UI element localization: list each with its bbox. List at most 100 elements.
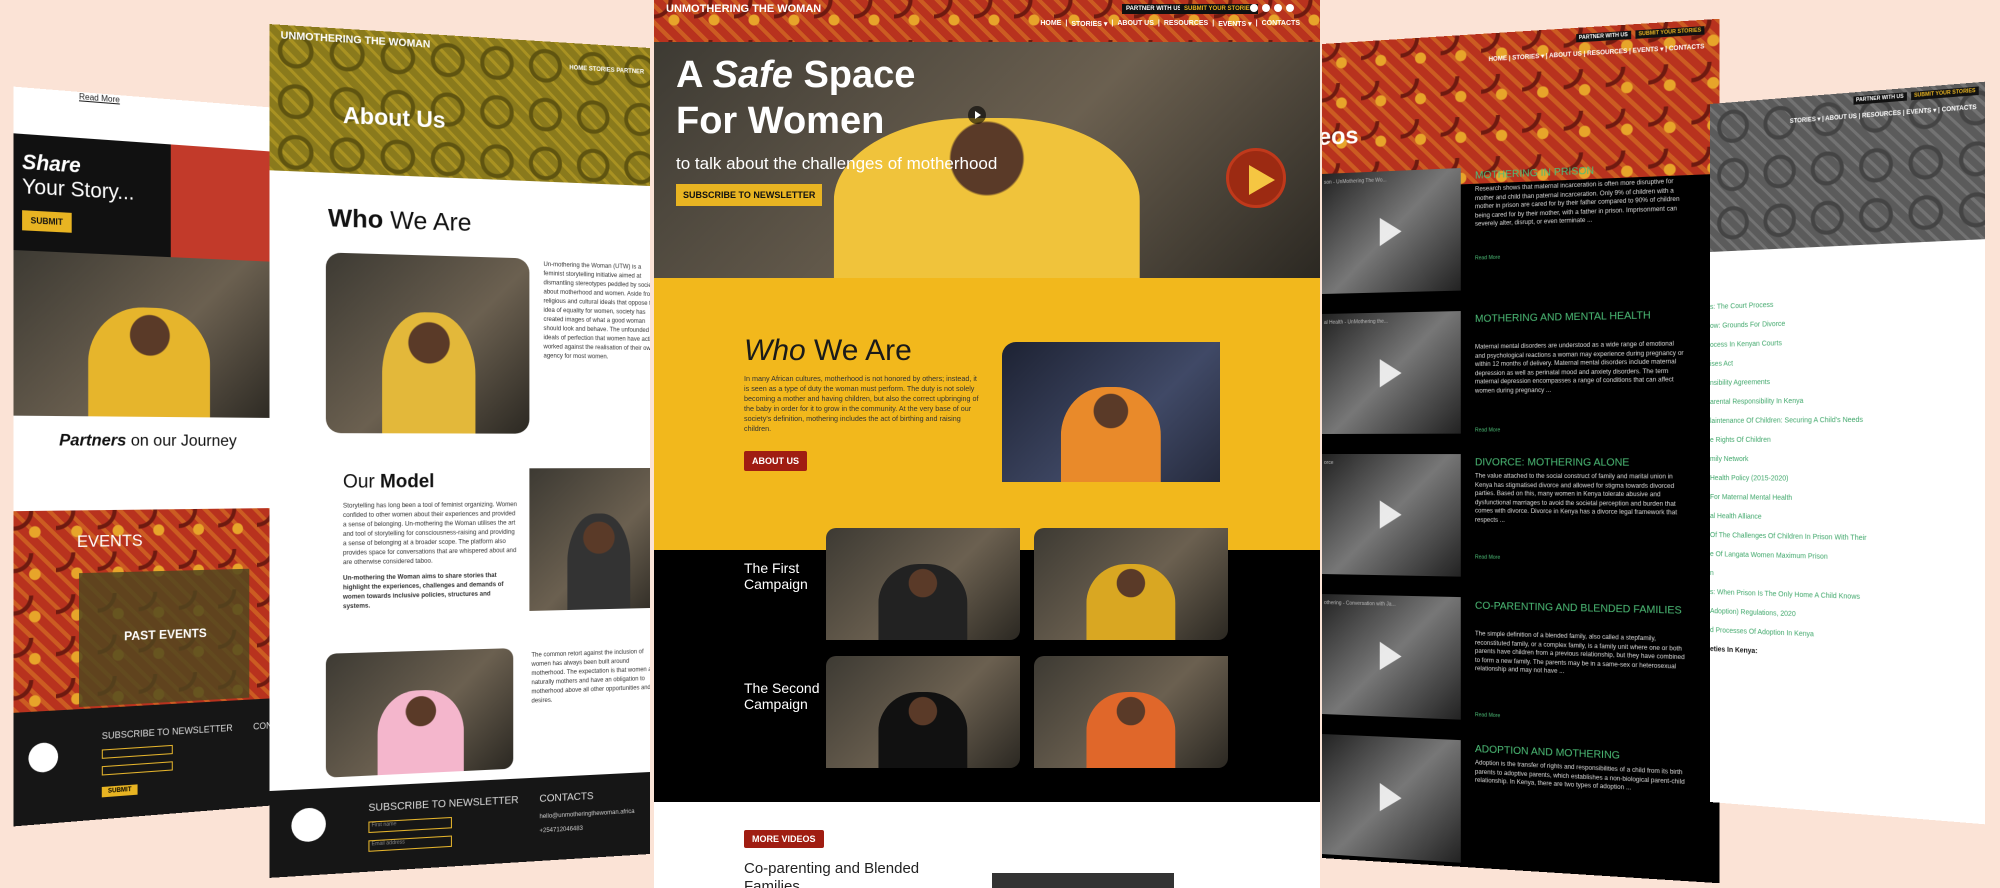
resource-link[interactable]: Adoption) Regulations, 2020 <box>1710 608 1796 618</box>
about-us-button[interactable]: ABOUT US <box>744 451 807 471</box>
footer: SUBSCRIBE TO NEWSLETTER First name Email… <box>269 772 650 878</box>
twitter-icon[interactable] <box>1262 4 1270 12</box>
resource-link[interactable]: n <box>1710 570 1714 577</box>
subscribe-newsletter-button[interactable]: SUBSCRIBE TO NEWSLETTER <box>676 184 823 206</box>
read-more-link[interactable]: Read More <box>79 92 120 105</box>
resource-link[interactable]: For Maternal Mental Health <box>1710 494 1792 502</box>
video-thumbnail[interactable]: son - UnMothering The Wo... <box>1322 168 1461 294</box>
play-icon[interactable] <box>912 698 934 726</box>
small-play-icon[interactable] <box>968 106 986 124</box>
email-field[interactable]: Email address <box>368 835 452 852</box>
email-field[interactable] <box>101 761 173 776</box>
third-paragraph: The common retort against the inclusion … <box>531 649 650 705</box>
submit-stories-button[interactable]: SUBMIT YOUR STORIES <box>1635 26 1705 39</box>
who-we-are-heading: Who We Are <box>328 204 471 238</box>
play-icon[interactable] <box>1120 698 1142 726</box>
resource-link[interactable]: Of The Challenges Of Children In Prison … <box>1710 532 1867 542</box>
nav-bar[interactable]: HOME STORIES PARTNER <box>569 65 644 75</box>
facebook-icon[interactable] <box>1274 4 1282 12</box>
nav-about[interactable]: ABOUT US <box>1117 20 1154 28</box>
resource-link[interactable]: s: When Prison Is The Only Home A Child … <box>1710 589 1860 601</box>
read-more-link[interactable]: Read More <box>1475 427 1500 433</box>
play-video-icon[interactable] <box>1226 148 1286 208</box>
nav-separator: | <box>1255 20 1258 27</box>
submit-stories-button[interactable]: SUBMIT YOUR STORIES <box>1180 4 1258 14</box>
resource-link[interactable]: d Processes Of Adoption In Kenya <box>1710 627 1814 638</box>
play-icon[interactable] <box>1379 641 1402 671</box>
featured-video-thumbnail[interactable] <box>992 873 1174 888</box>
partner-with-us-button[interactable]: PARTNER WITH US <box>1853 92 1907 105</box>
resource-link[interactable]: arental Responsibility In Kenya <box>1710 398 1803 406</box>
campaign-video-3[interactable] <box>826 656 1020 768</box>
video-thumbnail[interactable]: al Health - UnMothering the... <box>1322 311 1461 434</box>
nav-bar[interactable]: HOME | STORIES ▾ | ABOUT US | RESOURCES … <box>1489 43 1705 63</box>
nav-stories[interactable]: STORIES ▾ <box>1071 20 1107 28</box>
videos-page-preview: PARTNER WITH US SUBMIT YOUR STORIES HOME… <box>1322 18 1720 884</box>
contact-phone[interactable]: +254712046483 <box>539 826 582 835</box>
resource-link[interactable]: al Health Alliance <box>1710 513 1762 521</box>
play-icon[interactable] <box>1379 500 1402 529</box>
campaign-video-4[interactable] <box>1034 656 1228 768</box>
video-item[interactable]: al Health - UnMothering the... MOTHERING … <box>1322 306 1720 465</box>
featured-video-title[interactable]: Co-parenting and Blended Families <box>744 860 964 888</box>
resource-link[interactable]: mily Network <box>1710 456 1748 463</box>
share-story-page-preview: Read More Share Your Story... SUBMIT Par… <box>13 86 278 827</box>
subscribe-submit-button[interactable]: SUBMIT <box>101 784 138 798</box>
resource-link[interactable]: s: The Court Process <box>1710 302 1773 311</box>
video-thumbnail[interactable] <box>1322 734 1461 863</box>
resource-link[interactable]: Health Policy (2015-2020) <box>1710 475 1788 483</box>
read-more-link[interactable]: Read More <box>1475 554 1500 561</box>
play-icon[interactable] <box>1379 217 1402 247</box>
brand-logo[interactable]: UNMOTHERING THE WOMAN <box>666 4 821 15</box>
video-thumbnail[interactable]: othering - Conversation with Ja... <box>1322 594 1461 720</box>
first-name-field[interactable]: First name <box>368 816 452 834</box>
nav-home[interactable]: HOME <box>1040 20 1061 28</box>
resource-link[interactable]: e Rights Of Children <box>1710 437 1771 444</box>
youtube-icon[interactable] <box>1250 4 1258 12</box>
nav-resources[interactable]: RESOURCES <box>1164 20 1208 28</box>
resource-link[interactable]: eties In Kenya: <box>1710 646 1758 655</box>
instagram-icon[interactable] <box>1286 4 1294 12</box>
first-name-field[interactable] <box>101 744 173 759</box>
play-icon[interactable] <box>1120 570 1142 598</box>
resource-link[interactable]: ises Act <box>1710 361 1733 368</box>
video-item[interactable]: son - UnMothering The Wo... MOTHERING IN … <box>1322 157 1720 324</box>
resource-link[interactable]: ow: Grounds For Divorce <box>1710 321 1785 330</box>
resource-link[interactable]: ocess In Kenyan Courts <box>1710 340 1782 349</box>
brand-logo[interactable]: UNMOTHERING THE WOMAN <box>281 30 431 51</box>
partner-with-us-button[interactable]: PARTNER WITH US <box>1575 30 1631 43</box>
about-hero: UNMOTHERING THE WOMAN HOME STORIES PARTN… <box>269 24 650 186</box>
video-item[interactable]: orce DIVORCE: MOTHERING ALONE The value at… <box>1322 454 1720 613</box>
read-more-link[interactable]: Read More <box>1475 712 1500 719</box>
play-icon[interactable] <box>912 570 934 598</box>
nav-separator: | <box>1065 20 1068 27</box>
read-more-link[interactable]: Read More <box>1475 255 1500 262</box>
page-title: eos <box>1322 122 1359 152</box>
submit-stories-button[interactable]: SUBMIT YOUR STORIES <box>1910 86 1979 101</box>
contact-email[interactable]: hello@unmotheringthewoman.africa <box>539 809 634 820</box>
campaign-video-1[interactable] <box>826 528 1020 640</box>
nav-events[interactable]: EVENTS ▾ <box>1218 20 1251 28</box>
video-title[interactable]: DIVORCE: MOTHERING ALONE <box>1475 456 1685 470</box>
who-we-are-text: In many African cultures, motherhood is … <box>744 374 979 433</box>
resource-link[interactable]: laintenance Of Children: Securing A Chil… <box>1710 417 1863 425</box>
campaign-video-2[interactable] <box>1034 528 1228 640</box>
resource-link[interactable]: e Of Langata Women Maximum Prison <box>1710 551 1828 561</box>
resource-links: s: The Court Process ow: Grounds For Divo… <box>1710 294 1985 655</box>
submit-story-button[interactable]: SUBMIT <box>22 210 72 233</box>
play-icon[interactable] <box>1379 782 1402 813</box>
women-collage-image <box>170 144 278 262</box>
video-title[interactable]: MOTHERING AND MENTAL HEALTH <box>1475 308 1685 326</box>
video-thumbnail[interactable]: orce <box>1322 454 1461 577</box>
partner-with-us-button[interactable]: PARTNER WITH US <box>1122 4 1186 14</box>
more-videos-button[interactable]: MORE VIDEOS <box>744 830 824 848</box>
nav-contacts[interactable]: CONTACTS <box>1262 20 1300 28</box>
video-description: The simple definition of a blended famil… <box>1474 631 1685 676</box>
resource-link[interactable]: nsibility Agreements <box>1710 379 1770 387</box>
past-events-card[interactable]: PAST EVENTS <box>79 568 250 708</box>
nav-bar[interactable]: STORIES ▾ | ABOUT US | RESOURCES | EVENT… <box>1790 104 1977 125</box>
video-title[interactable]: CO-PARENTING AND BLENDED FAMILIES <box>1475 599 1685 617</box>
video-item[interactable]: ADOPTION AND MOTHERING Adoption is the tr… <box>1322 734 1720 883</box>
resources-page-preview: PARTNER WITH US SUBMIT YOUR STORIES STOR… <box>1710 81 1986 825</box>
play-icon[interactable] <box>1379 358 1402 388</box>
